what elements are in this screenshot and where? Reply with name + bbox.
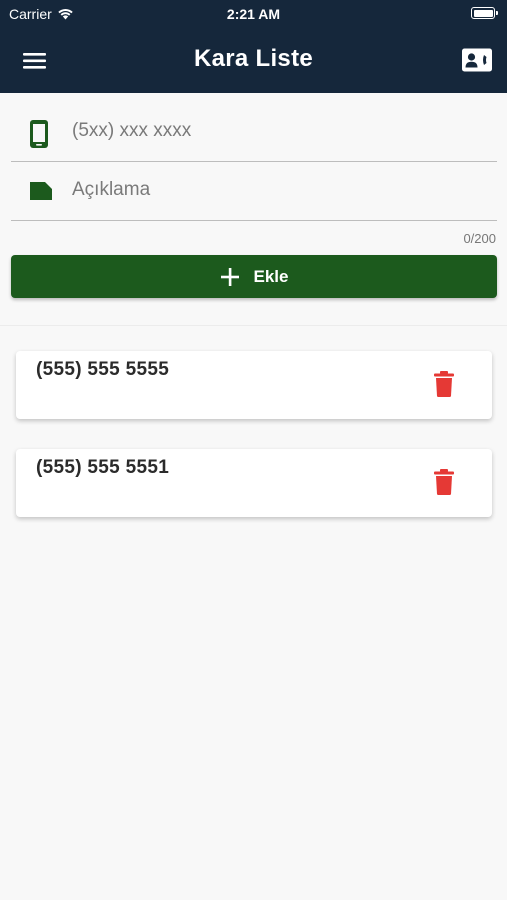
add-button-label: Ekle	[253, 266, 289, 286]
trash-icon	[434, 469, 454, 495]
description-field	[11, 163, 497, 221]
smartphone-icon	[30, 120, 48, 148]
contacts-button[interactable]	[461, 47, 493, 73]
phone-input[interactable]	[70, 114, 470, 148]
blocked-phone-number: (555) 555 5551	[36, 457, 170, 478]
toolbar: Kara Liste	[0, 28, 507, 93]
phone-field	[11, 104, 497, 162]
list-item: (555) 555 5551	[16, 449, 492, 517]
status-time: 2:21 AM	[226, 6, 281, 22]
list-item: (555) 555 5555	[16, 351, 492, 419]
section-divider	[0, 325, 507, 326]
description-input[interactable]	[70, 173, 470, 207]
status-bar: Carrier 2:21 AM	[0, 0, 507, 28]
page-title: Kara Liste	[193, 45, 314, 72]
trash-icon	[434, 371, 454, 397]
character-counter: 0/200	[463, 231, 496, 246]
add-button[interactable]: Ekle	[11, 255, 497, 298]
blocked-phone-number: (555) 555 5555	[36, 359, 170, 380]
label-tag-icon	[30, 182, 52, 200]
plus-icon	[220, 267, 239, 286]
app-header: Carrier 2:21 AM Kara Liste	[0, 0, 507, 93]
battery-icon	[471, 7, 498, 19]
delete-button[interactable]	[432, 468, 456, 496]
delete-button[interactable]	[432, 370, 456, 398]
contact-card-icon	[462, 48, 492, 72]
